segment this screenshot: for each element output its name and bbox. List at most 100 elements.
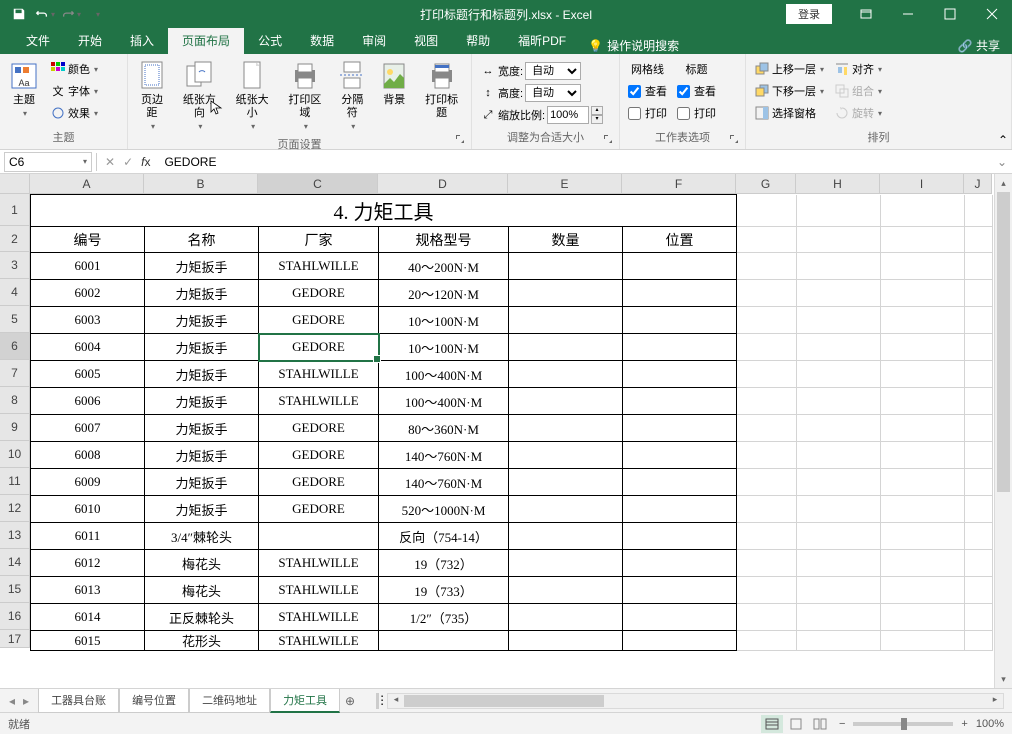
data-cell[interactable]	[509, 415, 623, 442]
header-cell[interactable]: 数量	[509, 227, 623, 253]
data-cell[interactable]: 反向（754-14）	[379, 523, 509, 550]
data-cell[interactable]: GEDORE	[259, 496, 379, 523]
header-cell[interactable]: 名称	[145, 227, 259, 253]
cell[interactable]	[881, 388, 965, 415]
cell[interactable]	[881, 523, 965, 550]
themes-button[interactable]: Aa 主题▾	[4, 58, 44, 122]
qat-customize-icon[interactable]: ▾	[86, 3, 108, 25]
cell[interactable]	[965, 227, 993, 253]
data-cell[interactable]: 6014	[31, 604, 145, 631]
cell[interactable]	[797, 334, 881, 361]
print-titles-button[interactable]: 打印标题	[416, 58, 467, 122]
scroll-down-icon[interactable]: ▾	[995, 670, 1012, 688]
collapse-ribbon-icon[interactable]: ⌃	[998, 133, 1008, 147]
data-cell[interactable]	[623, 577, 737, 604]
data-cell[interactable]: GEDORE	[259, 415, 379, 442]
data-cell[interactable]	[623, 469, 737, 496]
data-cell[interactable]	[623, 415, 737, 442]
cell[interactable]	[881, 415, 965, 442]
redo-icon[interactable]: ▾	[60, 3, 82, 25]
cancel-formula-icon[interactable]: ✕	[105, 155, 115, 169]
tab-home[interactable]: 开始	[64, 27, 116, 54]
login-button[interactable]: 登录	[786, 4, 832, 24]
cell[interactable]	[797, 631, 881, 651]
row-header[interactable]: 11	[0, 468, 30, 495]
data-cell[interactable]: 19（732）	[379, 550, 509, 577]
row-header[interactable]: 14	[0, 549, 30, 576]
data-cell[interactable]: GEDORE	[259, 280, 379, 307]
cell[interactable]	[737, 550, 797, 577]
data-cell[interactable]	[623, 334, 737, 361]
name-box[interactable]: C6▾	[4, 152, 92, 172]
breaks-button[interactable]: 分隔符▾	[332, 58, 372, 136]
cell[interactable]	[965, 469, 993, 496]
height-select[interactable]: 自动	[525, 84, 581, 102]
data-cell[interactable]: 力矩扳手	[145, 280, 259, 307]
scroll-left-icon[interactable]: ◂	[388, 694, 404, 708]
sheet-tab[interactable]: 二维码地址	[189, 689, 270, 713]
gridlines-print-checkbox[interactable]: 打印	[624, 102, 671, 124]
cell[interactable]	[881, 361, 965, 388]
scroll-right-icon[interactable]: ▸	[987, 694, 1003, 708]
cell[interactable]	[737, 307, 797, 334]
orientation-button[interactable]: 纸张方向▾	[174, 58, 225, 136]
data-cell[interactable]	[509, 307, 623, 334]
cell[interactable]	[965, 334, 993, 361]
cell[interactable]	[881, 631, 965, 651]
sheet-nav-next-icon[interactable]: ▸	[20, 694, 32, 708]
data-cell[interactable]: STAHLWILLE	[259, 550, 379, 577]
column-header[interactable]: H	[796, 174, 880, 194]
cell[interactable]	[797, 604, 881, 631]
zoom-level[interactable]: 100%	[976, 718, 1004, 730]
cell[interactable]	[965, 496, 993, 523]
row-header[interactable]: 10	[0, 441, 30, 468]
headings-print-checkbox[interactable]: 打印	[673, 102, 720, 124]
minimize-icon[interactable]	[888, 0, 928, 28]
cell[interactable]	[797, 550, 881, 577]
zoom-in-icon[interactable]: +	[961, 718, 967, 730]
data-cell[interactable]	[509, 442, 623, 469]
vscroll-thumb[interactable]	[997, 192, 1010, 492]
expand-formula-icon[interactable]: ⌄	[992, 155, 1012, 169]
column-header[interactable]: G	[736, 174, 796, 194]
data-cell[interactable]: 6004	[31, 334, 145, 361]
data-cell[interactable]	[509, 604, 623, 631]
data-cell[interactable]	[379, 631, 509, 651]
print-area-button[interactable]: 打印区域▾	[280, 58, 331, 136]
width-select[interactable]: 自动	[525, 62, 581, 80]
data-cell[interactable]: 100～400N·M	[379, 388, 509, 415]
data-cell[interactable]	[623, 631, 737, 651]
data-cell[interactable]: 力矩扳手	[145, 496, 259, 523]
row-header[interactable]: 17	[0, 630, 30, 648]
margins-button[interactable]: 页边距▾	[132, 58, 172, 136]
data-cell[interactable]: GEDORE	[259, 442, 379, 469]
data-cell[interactable]: 6005	[31, 361, 145, 388]
sheet-options-launcher[interactable]	[729, 133, 743, 147]
cell[interactable]	[737, 388, 797, 415]
data-cell[interactable]: STAHLWILLE	[259, 361, 379, 388]
cell[interactable]	[965, 550, 993, 577]
data-cell[interactable]: 80～360N·M	[379, 415, 509, 442]
data-cell[interactable]: 10～100N·M	[379, 307, 509, 334]
data-cell[interactable]	[623, 496, 737, 523]
select-all-corner[interactable]	[0, 174, 30, 194]
background-button[interactable]: 背景	[374, 58, 414, 109]
column-header[interactable]: J	[964, 174, 992, 194]
cell[interactable]	[881, 195, 965, 227]
row-header[interactable]: 3	[0, 252, 30, 279]
cell[interactable]	[881, 604, 965, 631]
column-header[interactable]: A	[30, 174, 144, 194]
tab-page-layout[interactable]: 页面布局	[168, 27, 244, 54]
tell-me[interactable]: 💡 操作说明搜索	[588, 37, 679, 54]
header-cell[interactable]: 规格型号	[379, 227, 509, 253]
vertical-scrollbar[interactable]: ▴ ▾	[994, 174, 1012, 688]
gridlines-view-checkbox[interactable]: 查看	[624, 80, 671, 102]
data-cell[interactable]	[509, 469, 623, 496]
row-header[interactable]: 16	[0, 603, 30, 630]
cell[interactable]	[965, 195, 993, 227]
data-cell[interactable]: 3/4″棘轮头	[145, 523, 259, 550]
row-header[interactable]: 4	[0, 279, 30, 306]
cell[interactable]	[881, 253, 965, 280]
horizontal-scrollbar[interactable]: ◂ ▸	[387, 693, 1004, 709]
cell[interactable]	[737, 523, 797, 550]
